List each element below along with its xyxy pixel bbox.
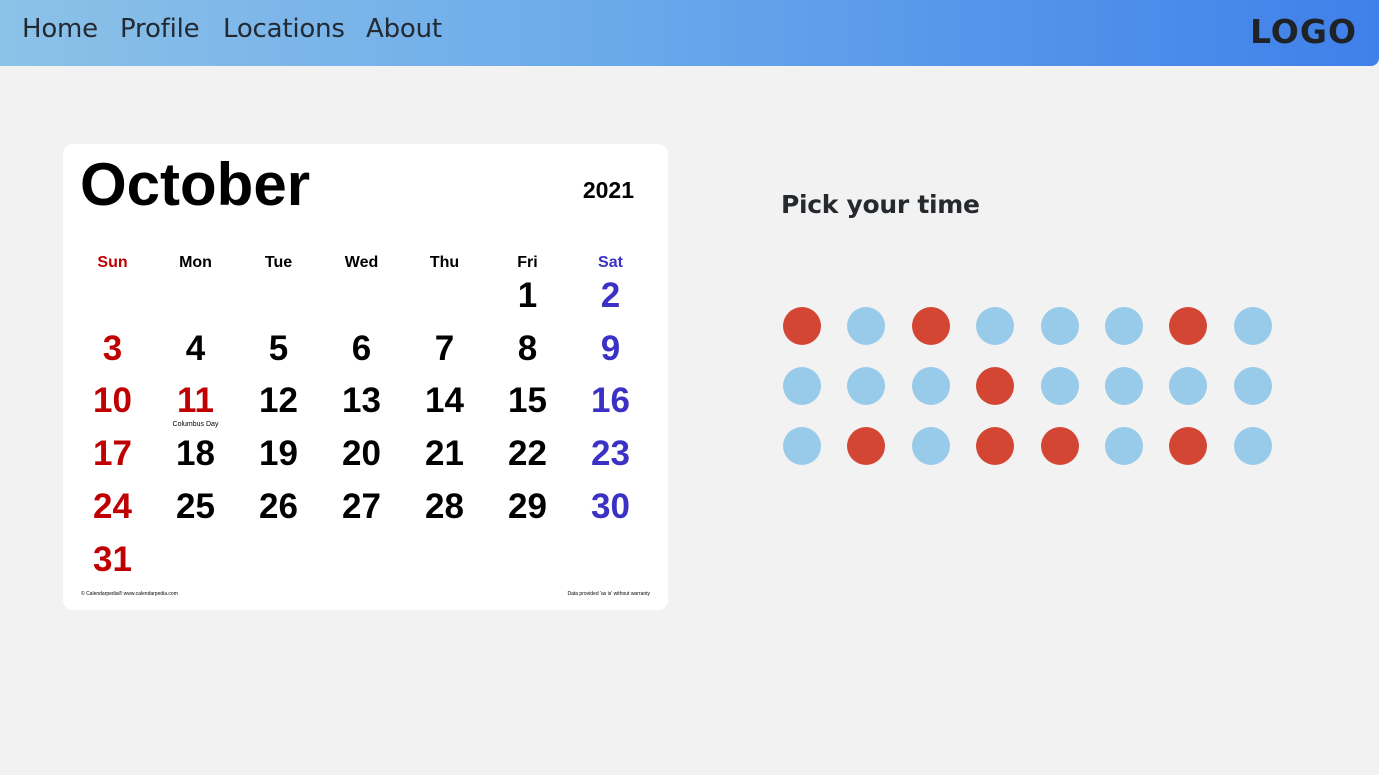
calendar-day[interactable]: 6	[320, 329, 403, 369]
calendar-day[interactable]: 23	[569, 434, 652, 474]
time-slot-booked[interactable]	[1040, 427, 1079, 465]
nav-link-profile[interactable]: Profile	[120, 14, 200, 44]
time-slot-booked[interactable]	[976, 367, 1015, 405]
calendar-day[interactable]: 1	[486, 276, 569, 316]
weekday-label-mon: Mon	[179, 254, 212, 271]
time-slot-booked[interactable]	[1169, 427, 1208, 465]
time-slot-available[interactable]	[1040, 367, 1079, 405]
picker-title: Pick your time	[781, 190, 980, 219]
calendar-day[interactable]: 18	[154, 434, 237, 474]
calendar-footer-disclaimer: Data provided 'as is' without warranty	[567, 591, 650, 597]
calendar-day[interactable]: 28	[403, 487, 486, 527]
time-slot-available[interactable]	[847, 307, 886, 345]
calendar-day[interactable]: 30	[569, 487, 652, 527]
calendar-day[interactable]: 25	[154, 487, 237, 527]
calendar-day[interactable]: 11	[154, 381, 237, 421]
calendar-day[interactable]: 17	[71, 434, 154, 474]
calendar-year: 2021	[582, 177, 634, 203]
logo[interactable]: LOGO	[1250, 12, 1357, 51]
calendar-day[interactable]: 13	[320, 381, 403, 421]
calendar-day[interactable]: 16	[569, 381, 652, 421]
time-slot-available[interactable]	[1105, 307, 1143, 345]
weekday-label-wed: Wed	[344, 254, 379, 271]
time-slot-booked[interactable]	[1169, 307, 1208, 345]
time-slot-booked[interactable]	[847, 427, 886, 465]
time-slot-available[interactable]	[1233, 307, 1272, 345]
calendar-day[interactable]: 7	[403, 329, 486, 369]
calendar-day[interactable]: 2	[569, 276, 652, 316]
calendar-day[interactable]: 29	[486, 487, 569, 527]
time-slot-available[interactable]	[1233, 427, 1272, 465]
weekday-header-row: Sun Mon Tue Wed Thu Fri Sat	[71, 254, 651, 274]
weekday-label-sun: Sun	[97, 254, 128, 271]
time-slot-booked[interactable]	[911, 307, 950, 345]
calendar-day[interactable]: 22	[486, 434, 569, 474]
calendar-day[interactable]: 14	[403, 381, 486, 421]
calendar-day[interactable]: 26	[237, 487, 320, 527]
time-slot-booked[interactable]	[976, 427, 1015, 465]
nav-link-locations[interactable]: Locations	[223, 14, 345, 44]
time-slot-available[interactable]	[783, 367, 821, 405]
time-slot-available[interactable]	[783, 427, 821, 465]
weekday-label-sat: Sat	[598, 254, 623, 271]
calendar-day[interactable]: 5	[237, 329, 320, 369]
calendar-day[interactable]: 19	[237, 434, 320, 474]
time-slot-available[interactable]	[1233, 367, 1272, 405]
time-slot-available[interactable]	[911, 427, 950, 465]
calendar-day[interactable]: 31	[71, 540, 154, 580]
weekday-label-fri: Fri	[517, 254, 538, 271]
time-slot-available[interactable]	[1105, 427, 1143, 465]
time-slot-available[interactable]	[911, 367, 950, 405]
time-slot-available[interactable]	[976, 307, 1015, 345]
time-slot-available[interactable]	[1040, 307, 1079, 345]
calendar-day[interactable]: 9	[569, 329, 652, 369]
time-slot-available[interactable]	[847, 367, 886, 405]
weekday-label-tue: Tue	[264, 254, 293, 271]
calendar-day[interactable]: 24	[71, 487, 154, 527]
time-slot-available[interactable]	[1105, 367, 1143, 405]
calendar-footer-credit: © Calendarpedia® www.calendarpedia.com	[81, 591, 178, 597]
calendar-day[interactable]: 21	[403, 434, 486, 474]
calendar-day[interactable]: 10	[71, 381, 154, 421]
calendar-day[interactable]: 4	[154, 329, 237, 369]
time-slot-available[interactable]	[1169, 367, 1208, 405]
weekday-label-thu: Thu	[429, 254, 460, 271]
time-slot-booked[interactable]	[783, 307, 821, 345]
calendar-card: October 2021 Sun Mon Tue Wed Thu Fri Sat 12345…	[63, 144, 668, 610]
calendar-day[interactable]: 8	[486, 329, 569, 369]
calendar-day[interactable]: 27	[320, 487, 403, 527]
calendar-day[interactable]: 20	[320, 434, 403, 474]
calendar-day[interactable]: 3	[71, 329, 154, 369]
holiday-label: Columbus Day	[172, 421, 219, 429]
top-navbar: Home Profile Locations About LOGO	[0, 0, 1379, 66]
calendar-month: October	[80, 151, 311, 218]
nav-link-about[interactable]: About	[366, 14, 442, 44]
calendar-day[interactable]: 15	[486, 381, 569, 421]
nav-link-home[interactable]: Home	[22, 14, 98, 44]
calendar-day[interactable]: 12	[237, 381, 320, 421]
